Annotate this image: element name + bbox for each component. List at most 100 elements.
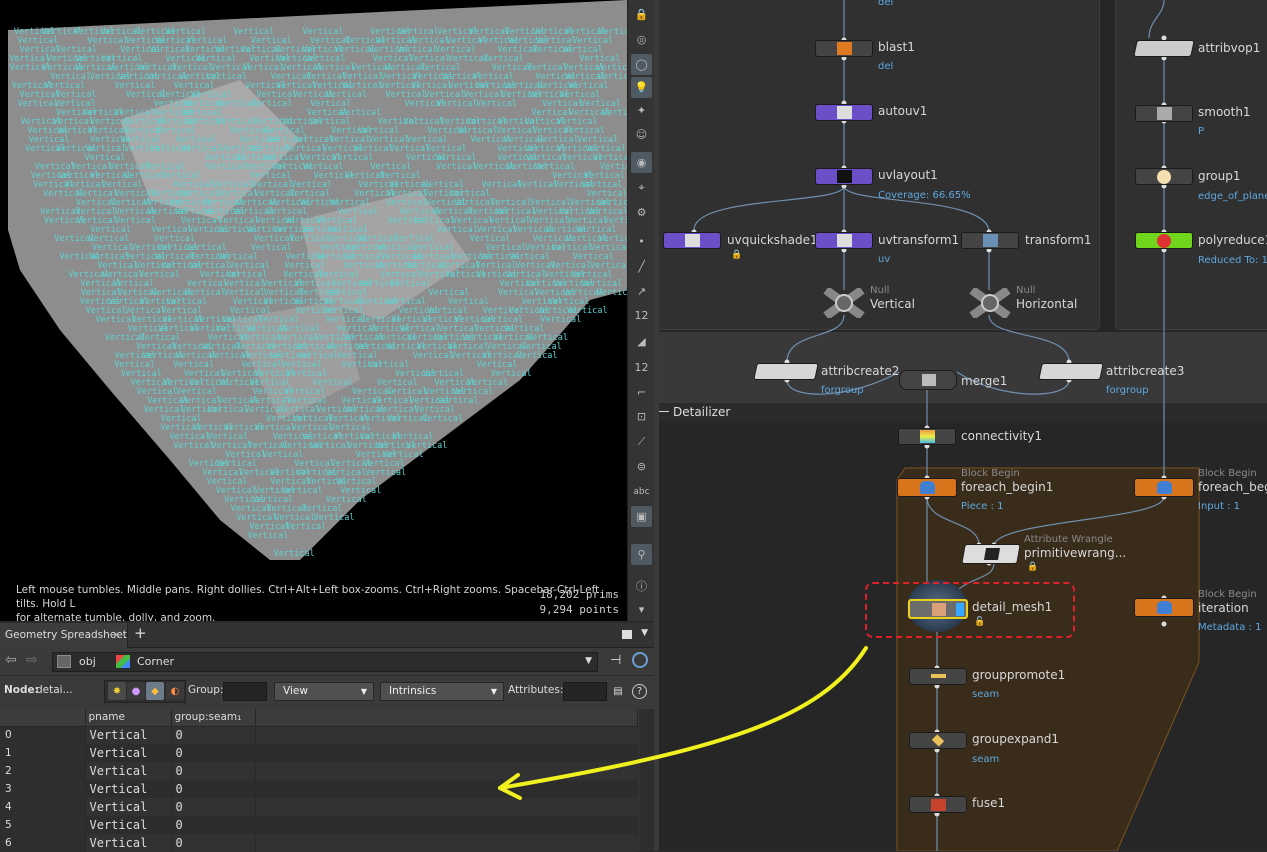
visualizer-icon[interactable]: ⚲ [631,544,652,565]
table-row[interactable]: 4 Vertical 0 [0,798,638,816]
group-field[interactable] [223,682,267,701]
column-header-seam[interactable]: group:seam₁ [171,709,256,727]
detail-class-icon[interactable]: ◐ [166,682,184,700]
view-dropdown[interactable]: View ▼ [274,682,374,701]
table-row[interactable]: 1 Vertical 0 [0,744,638,762]
cell-pname[interactable]: Vertical [85,780,172,798]
background-image-icon[interactable]: ▣ [631,506,652,527]
node-blast1[interactable] [815,40,873,57]
attributes-field[interactable] [563,682,607,701]
node-foreach-begin1[interactable] [897,478,957,497]
cell-seam[interactable]: 0 [171,780,256,798]
node-autouv1[interactable] [815,104,873,121]
shading-icon[interactable]: ◉ [631,152,652,173]
node-null-horizontal[interactable] [968,286,1012,320]
table-row[interactable]: 2 Vertical 0 [0,762,638,780]
viewport-help-text: Left mouse tumbles. Middle pans. Right d… [16,583,616,621]
cell-seam[interactable]: 0 [171,744,256,762]
edge-number-icon[interactable]: ⟋ [631,431,652,452]
network-path[interactable]: obj Corner ▼ [52,652,598,672]
display-options-icon[interactable]: ⚙ [631,202,652,223]
cell-seam[interactable]: 0 [171,762,256,780]
node-transform1[interactable] [961,232,1019,249]
close-icon[interactable]: × [112,623,121,648]
path-node[interactable]: Corner [137,655,174,668]
uv-display-icon[interactable]: ⊜ [631,456,652,477]
node-foreach-begin2[interactable] [1134,478,1194,497]
node-fuse1[interactable] [909,796,967,813]
forward-arrow-icon[interactable]: ⇨ [26,652,38,668]
cell-pname[interactable]: Vertical [85,744,172,762]
back-arrow-icon[interactable]: ⇦ [5,652,17,668]
cell-seam[interactable]: 0 [171,816,256,834]
node-uvquickshade1[interactable] [663,232,721,249]
ghost-icon[interactable]: ☺ [631,124,652,145]
path-obj[interactable]: obj [79,655,96,668]
table-row[interactable]: 0 Vertical 0 [0,726,638,744]
table-row[interactable]: 3 Vertical 0 [0,780,638,798]
vertex-display-icon[interactable]: ⊡ [631,406,652,427]
node-polyreduce1[interactable] [1135,232,1193,249]
column-header-pname[interactable]: pname [85,709,172,727]
path-bar: ⇦ ⇨ obj Corner ▼ ⊣ [0,648,654,676]
table-row[interactable]: 5 Vertical 0 [0,816,638,834]
point-display-icon[interactable]: • [631,231,652,252]
add-tab-icon[interactable]: + [134,624,147,642]
camera-icon[interactable]: ⌖ [631,177,652,198]
node-connectivity1[interactable] [898,428,956,445]
light-icon[interactable]: 💡 [631,77,652,98]
prim-label: Vertical [310,441,351,451]
zoom-icon[interactable]: ◯ [631,54,652,75]
node-attribvop1[interactable] [1133,40,1195,57]
pane-layout-icon[interactable] [622,630,632,639]
snapshot-icon[interactable]: ◎ [631,29,652,50]
cell-seam[interactable]: 0 [171,834,256,852]
scene-viewport[interactable]: Vertical Vertical Vertical Vertical Vertical… [0,0,627,621]
tab-geometry-spreadsheet[interactable]: Geometry Spreadsheet × [0,623,128,648]
cell-pname[interactable]: Vertical [85,798,172,816]
lock-icon[interactable]: 🔒 [631,4,652,25]
help-icon[interactable]: ? [632,684,647,699]
prim-display-icon[interactable]: ◢ [631,331,652,352]
index-column-header[interactable] [0,709,86,727]
node-grouppromote1[interactable] [909,668,967,685]
cell-pname[interactable]: Vertical [85,834,172,852]
edge-display-icon[interactable]: ⌐ [631,382,652,403]
vector-display-icon[interactable]: ↗ [631,281,652,302]
vertical-scrollbar[interactable] [639,709,654,851]
normal-display-icon[interactable]: ╱ [631,256,652,277]
filter-menu-icon[interactable]: ▤ [609,682,627,700]
intrinsics-dropdown[interactable]: Intrinsics ▼ [380,682,504,701]
node-merge1[interactable] [899,370,957,390]
node-uvtransform1[interactable] [815,232,873,249]
path-dropdown-icon[interactable]: ▼ [585,656,592,666]
link-icon[interactable] [632,652,648,668]
cell-pname[interactable]: Vertical [85,762,172,780]
node-uvlayout1[interactable] [815,168,873,185]
pane-menu-icon[interactable]: ▼ [641,628,648,638]
node-groupexpand1[interactable] [909,732,967,749]
cell-pname[interactable]: Vertical [85,816,172,834]
text-display-icon[interactable]: abc [631,481,652,502]
node-primitivewrangle[interactable] [961,544,1021,564]
headlight-icon[interactable]: ✦ [631,100,652,121]
node-iteration[interactable] [1134,598,1194,617]
points-class-icon[interactable]: ✸ [108,682,126,700]
cell-seam[interactable]: 0 [171,798,256,816]
node-attribcreate2[interactable] [753,363,819,380]
info-icon[interactable]: ⓘ [631,575,652,596]
toolbar-expand-icon[interactable]: ▾ [631,599,652,620]
cell-pname[interactable]: Vertical [85,726,172,744]
network-editor[interactable]: Detailizer del blast1 del autouv1 uvlayo… [659,0,1267,851]
node-attribcreate3[interactable] [1038,363,1104,380]
primitives-class-icon[interactable]: ◆ [146,682,164,700]
node-smooth1[interactable] [1135,105,1193,122]
pin-icon[interactable]: ⊣ [610,653,621,668]
table-row[interactable]: 6 Vertical 0 [0,834,638,852]
cell-seam[interactable]: 0 [171,726,256,744]
node-null-vertical[interactable] [822,286,866,320]
node-group1[interactable] [1135,168,1193,185]
point-number-icon[interactable]: 12 [631,305,652,326]
prim-number-icon[interactable]: 12 [631,357,652,378]
vertices-class-icon[interactable]: ● [127,682,145,700]
